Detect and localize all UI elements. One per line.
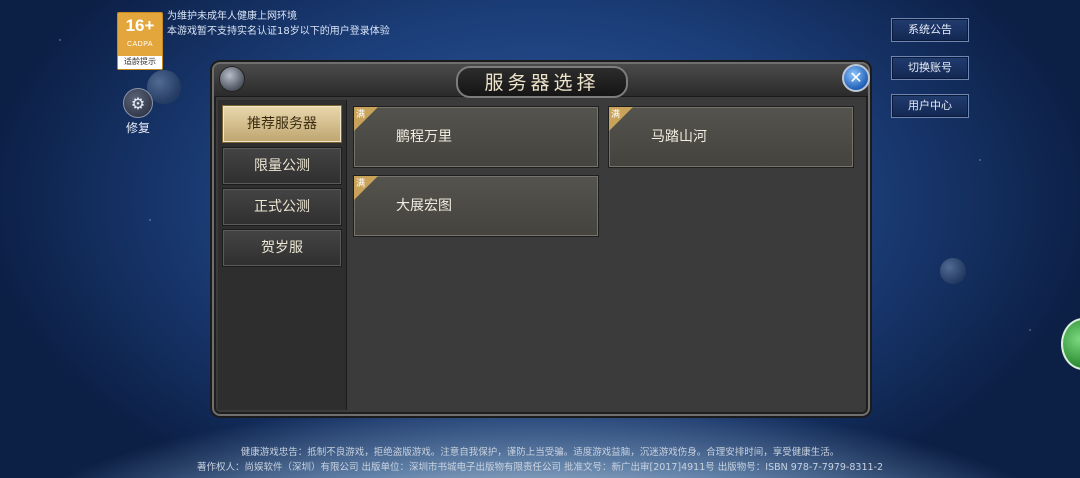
server-card[interactable]: 满 大展宏图 (353, 175, 599, 237)
system-notice-button[interactable]: 系统公告 (891, 18, 969, 42)
age-rating-number: 16+ (125, 16, 155, 35)
repair-button[interactable]: ⚙ 修复 (120, 88, 156, 136)
notice-line-2: 本游戏暂不支持实名认证18岁以下的用户登录体验 (167, 26, 390, 37)
server-status: 满 (356, 110, 366, 120)
panel-header: 服务器选择 ✕ (214, 64, 870, 98)
floating-assistant-icon[interactable] (1061, 318, 1080, 370)
category-new-year[interactable]: 贺岁服 (222, 229, 342, 267)
wrench-gear-icon: ⚙ (123, 88, 153, 118)
user-center-button[interactable]: 用户中心 (891, 94, 969, 118)
category-recommended[interactable]: 推荐服务器 (222, 105, 342, 143)
copyright-info: 著作权人：尚娱软件（深圳）有限公司 出版单位：深圳市书城电子出版物有限责任公司 … (196, 462, 884, 473)
server-card[interactable]: 满 马踏山河 (608, 106, 854, 168)
moon-right (940, 258, 966, 284)
notice-line-1: 为维护未成年人健康上网环境 (167, 11, 297, 22)
server-name: 鹏程万里 (396, 129, 452, 145)
close-icon[interactable]: ✕ (842, 64, 870, 92)
age-rating-badge: 16+ CADPA 适龄提示 (117, 12, 163, 70)
server-status: 满 (611, 110, 621, 120)
server-card[interactable]: 满 鹏程万里 (353, 106, 599, 168)
category-list: 推荐服务器 限量公测 正式公测 贺岁服 (218, 100, 347, 410)
switch-account-button[interactable]: 切换账号 (891, 56, 969, 80)
panel-corner-knob-icon (219, 66, 245, 92)
panel-title: 服务器选择 (456, 66, 628, 98)
server-select-panel: 服务器选择 ✕ 推荐服务器 限量公测 正式公测 贺岁服 满 鹏程万里 满 马踏山… (212, 62, 870, 416)
age-rating-org: CADPA (126, 41, 154, 48)
server-name: 马踏山河 (651, 129, 707, 145)
health-advisory: 健康游戏忠告：抵制不良游戏，拒绝盗版游戏。注意自我保护，谨防上当受骗。适度游戏益… (240, 447, 840, 458)
category-official-test[interactable]: 正式公测 (222, 188, 342, 226)
server-name: 大展宏图 (396, 198, 452, 214)
category-limited-test[interactable]: 限量公测 (222, 147, 342, 185)
minor-protection-notice: 为维护未成年人健康上网环境 本游戏暂不支持实名认证18岁以下的用户登录体验 (167, 9, 390, 39)
repair-label: 修复 (125, 121, 150, 135)
age-rating-tip: 适龄提示 (118, 56, 162, 69)
server-status: 满 (356, 179, 366, 189)
